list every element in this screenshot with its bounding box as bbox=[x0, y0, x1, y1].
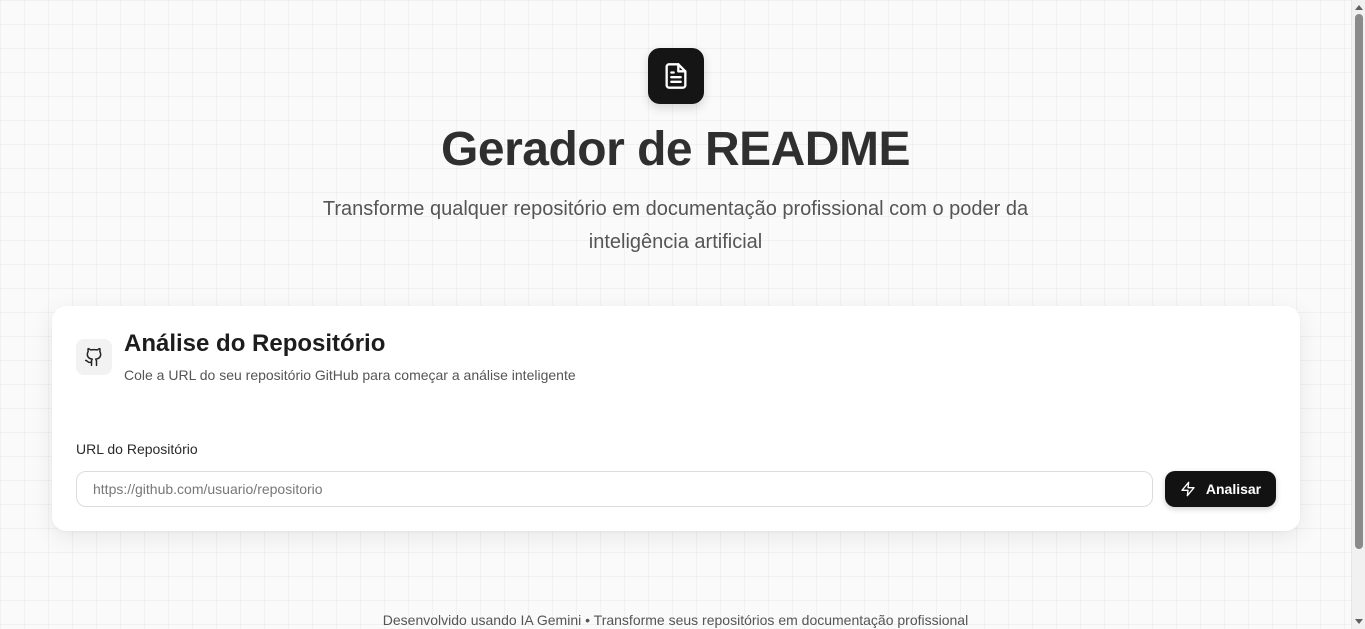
zap-icon bbox=[1181, 481, 1195, 497]
repository-analysis-card: Análise do Repositório Cole a URL do seu… bbox=[52, 306, 1300, 531]
footer-text: Desenvolvido usando IA Gemini • Transfor… bbox=[382, 612, 969, 628]
card-description: Cole a URL do seu repositório GitHub par… bbox=[124, 367, 576, 383]
vertical-scrollbar[interactable] bbox=[1351, 0, 1365, 629]
card-title: Análise do Repositório bbox=[124, 330, 386, 357]
github-icon bbox=[84, 347, 102, 367]
page: Gerador de README Transforme qualquer re… bbox=[0, 0, 1351, 629]
repository-url-input[interactable] bbox=[76, 471, 1153, 507]
scroll-up-arrow-icon[interactable] bbox=[1355, 5, 1363, 10]
analyze-button[interactable]: Analisar bbox=[1165, 471, 1276, 507]
github-icon-box bbox=[76, 339, 112, 375]
url-field-label: URL do Repositório bbox=[76, 441, 198, 457]
analyze-button-label: Analisar bbox=[1205, 481, 1262, 497]
scroll-down-arrow-icon[interactable] bbox=[1355, 619, 1363, 624]
app-logo bbox=[648, 48, 704, 104]
scrollbar-thumb[interactable] bbox=[1355, 14, 1363, 549]
document-icon bbox=[665, 63, 687, 89]
page-title: Gerador de README bbox=[441, 123, 910, 176]
page-subtitle: Transforme qualquer repositório em docum… bbox=[322, 198, 1029, 253]
